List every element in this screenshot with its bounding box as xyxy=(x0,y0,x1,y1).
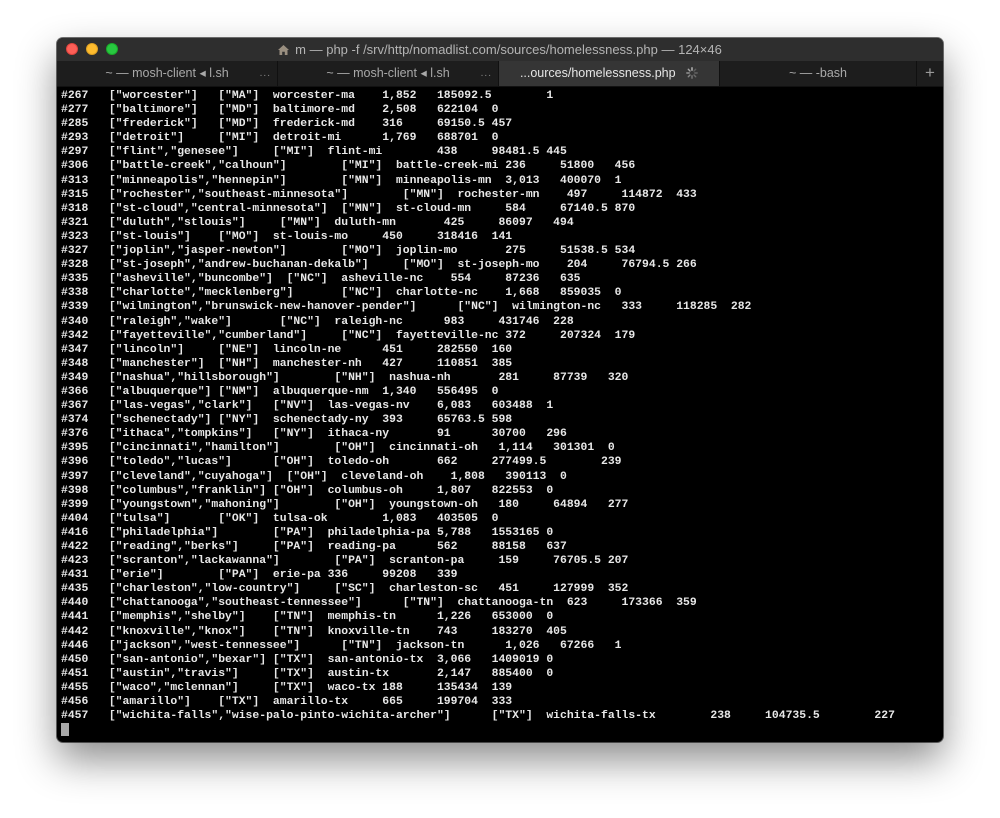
tab-mosh-client-2[interactable]: ~ — mosh-client ◂ l.sh ... xyxy=(278,61,499,86)
terminal-line: #422 ["reading","berks"] ["PA"] reading-… xyxy=(61,541,567,553)
terminal-line: #435 ["charleston","low-country"] ["SC"]… xyxy=(61,583,629,596)
window-title: m — php -f /srv/http/nomadlist.com/sourc… xyxy=(57,38,943,61)
terminal-line: #342 ["fayetteville","cumberland"] ["NC"… xyxy=(61,329,636,342)
tab-homelessness-php[interactable]: ...ources/homelessness.php xyxy=(499,61,720,86)
tab-label: ~ — mosh-client ◂ l.sh xyxy=(105,66,229,80)
terminal-window: m — php -f /srv/http/nomadlist.com/sourc… xyxy=(57,38,943,742)
terminal-line: #404 ["tulsa"] ["OK"] tulsa-ok 1,083 403… xyxy=(61,512,499,525)
tab-bar: ~ — mosh-client ◂ l.sh ... ~ — mosh-clie… xyxy=(57,61,943,87)
terminal-line: #327 ["joplin","jasper-newton"] ["MO"] j… xyxy=(61,245,636,258)
tab-mosh-client-1[interactable]: ~ — mosh-client ◂ l.sh ... xyxy=(57,61,278,86)
tab-overflow-indicator: ... xyxy=(480,68,492,79)
new-tab-button[interactable]: + xyxy=(916,61,943,86)
terminal-line: #318 ["st-cloud","central-minnesota"] ["… xyxy=(61,202,636,215)
terminal-line: #450 ["san-antonio","bexar"] ["TX"] san-… xyxy=(61,653,554,666)
terminal-line: #399 ["youngstown","mahoning"] ["OH"] yo… xyxy=(61,498,629,511)
terminal-line: #313 ["minneapolis","hennepin"] ["MN"] m… xyxy=(61,174,622,187)
tab-overflow-indicator: ... xyxy=(259,68,271,79)
terminal-line: #451 ["austin","travis"] ["TX"] austin-t… xyxy=(61,667,554,680)
terminal-line: #397 ["cleveland","cuyahoga"] ["OH"] cle… xyxy=(61,470,567,483)
terminal-line: #285 ["frederick"] ["MD"] frederick-md 3… xyxy=(61,118,513,131)
terminal-line: #374 ["schenectady"] ["NY"] schenectady-… xyxy=(61,414,513,427)
terminal-line: #376 ["ithaca","tompkins"] ["NY"] ithaca… xyxy=(61,428,567,441)
tab-label: ...ources/homelessness.php xyxy=(519,66,676,80)
terminal-line: #323 ["st-louis"] ["MO"] st-louis-mo 450… xyxy=(61,230,513,243)
terminal-line: #431 ["erie"] ["PA"] erie-pa 336 99208 3… xyxy=(61,569,458,582)
terminal-line: #457 ["wichita-falls","wise-palo-pinto-w… xyxy=(61,710,895,723)
home-folder-icon xyxy=(278,45,290,55)
terminal-line: #423 ["scranton","lackawanna"] ["PA"] sc… xyxy=(61,555,629,568)
terminal-line: #347 ["lincoln"] ["NE"] lincoln-ne 451 2… xyxy=(61,343,513,356)
terminal-line: #349 ["nashua","hillsborough"] ["NH"] na… xyxy=(61,371,629,384)
prompt-line[interactable] xyxy=(61,723,939,737)
tab-label: ~ — -bash xyxy=(788,66,847,80)
tab-bash[interactable]: ~ — -bash xyxy=(720,61,917,86)
terminal-line: #455 ["waco","mclennan"] ["TX"] waco-tx … xyxy=(61,681,513,694)
tab-label: ~ — mosh-client ◂ l.sh xyxy=(326,66,450,80)
terminal-line: #446 ["jackson","west-tennessee"] ["TN"]… xyxy=(61,639,622,652)
terminal-line: #456 ["amarillo"] ["TX"] amarillo-tx 665… xyxy=(61,696,513,709)
terminal-line: #339 ["wilmington","brunswick-new-hanove… xyxy=(61,301,752,314)
terminal-line: #398 ["columbus","franklin"] ["OH"] colu… xyxy=(61,484,554,497)
title-bar[interactable]: m — php -f /srv/http/nomadlist.com/sourc… xyxy=(57,38,943,62)
terminal-line: #321 ["duluth","stlouis"] ["MN"] duluth-… xyxy=(61,216,574,229)
terminal-line: #340 ["raleigh","wake"] ["NC"] raleigh-n… xyxy=(61,315,574,328)
terminal-line: #442 ["knoxville","knox"] ["TN"] knoxvil… xyxy=(61,625,567,638)
terminal-line: #441 ["memphis","shelby"] ["TN"] memphis… xyxy=(61,611,554,624)
terminal-line: #338 ["charlotte","mecklenberg"] ["NC"] … xyxy=(61,287,622,300)
terminal-line: #416 ["philadelphia"] ["PA"] philadelphi… xyxy=(61,526,554,539)
terminal-line: #328 ["st-joseph","andrew-buchanan-dekal… xyxy=(61,259,697,272)
terminal-line: #395 ["cincinnati","hamilton"] ["OH"] ci… xyxy=(61,442,615,455)
terminal-line: #306 ["battle-creek","calhoun"] ["MI"] b… xyxy=(61,160,636,173)
terminal-line: #348 ["manchester"] ["NH"] manchester-nh… xyxy=(61,357,513,370)
terminal-line: #293 ["detroit"] ["MI"] detroit-mi 1,769… xyxy=(61,132,499,145)
window-title-text: m — php -f /srv/http/nomadlist.com/sourc… xyxy=(295,42,722,57)
terminal-line: #396 ["toledo","lucas"] ["OH"] toledo-oh… xyxy=(61,456,622,469)
text-cursor xyxy=(61,723,69,737)
terminal-line: #277 ["baltimore"] ["MD"] baltimore-md 2… xyxy=(61,104,499,117)
terminal-line: #267 ["worcester"] ["MA"] worcester-ma 1… xyxy=(61,90,554,102)
terminal-line: #440 ["chattanooga","southeast-tennessee… xyxy=(61,597,697,610)
terminal-line: #297 ["flint","genesee"] ["MI"] flint-mi… xyxy=(61,146,567,159)
terminal-line: #366 ["albuquerque"] ["NM"] albuquerque-… xyxy=(61,385,499,398)
terminal-line: #367 ["las-vegas","clark"] ["NV"] las-ve… xyxy=(61,400,554,413)
terminal-output[interactable]: #267 ["worcester"] ["MA"] worcester-ma 1… xyxy=(61,89,939,739)
terminal-line: #315 ["rochester","southeast-minnesota"]… xyxy=(61,188,697,201)
terminal-line: #335 ["asheville","buncombe"] ["NC"] ash… xyxy=(61,273,581,286)
activity-spinner-icon xyxy=(686,67,698,79)
